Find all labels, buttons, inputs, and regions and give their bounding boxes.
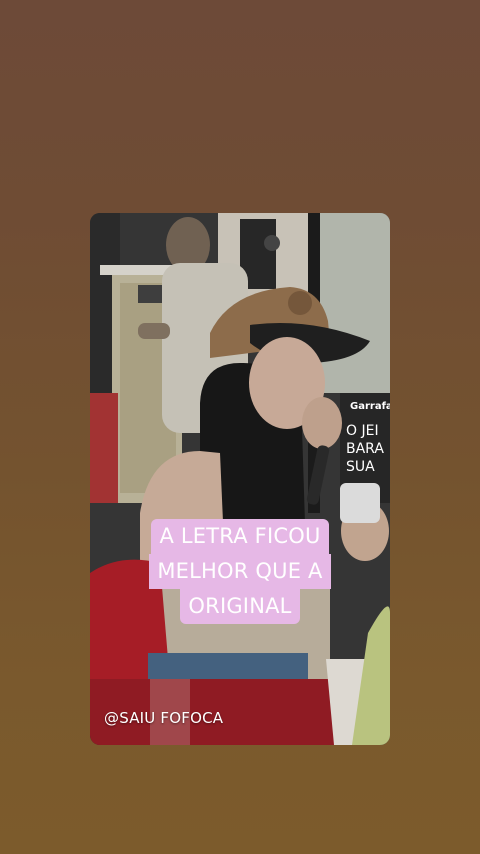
caption-line: A LETRA FICOU [151, 519, 329, 554]
story-screen: { "story": { "caption_lines": ["A LETRA … [0, 0, 480, 854]
caption-overlay: A LETRA FICOU MELHOR QUE A ORIGINAL [90, 519, 390, 624]
story-photo [90, 213, 390, 745]
caption-line: ORIGINAL [180, 589, 300, 624]
watermark-handle: @SAIU FOFOCA [104, 709, 224, 727]
sign-brand-label: Garrafas [350, 401, 390, 412]
caption-line: MELHOR QUE A [149, 554, 331, 589]
story-media-card[interactable]: Garrafas O JEI BARA SUA A LETRA FICOU ME… [90, 213, 390, 745]
sign-text-line: SUA [346, 459, 375, 475]
sign-text-line: O JEI [346, 423, 379, 439]
sign-text-line: BARA [346, 441, 384, 457]
